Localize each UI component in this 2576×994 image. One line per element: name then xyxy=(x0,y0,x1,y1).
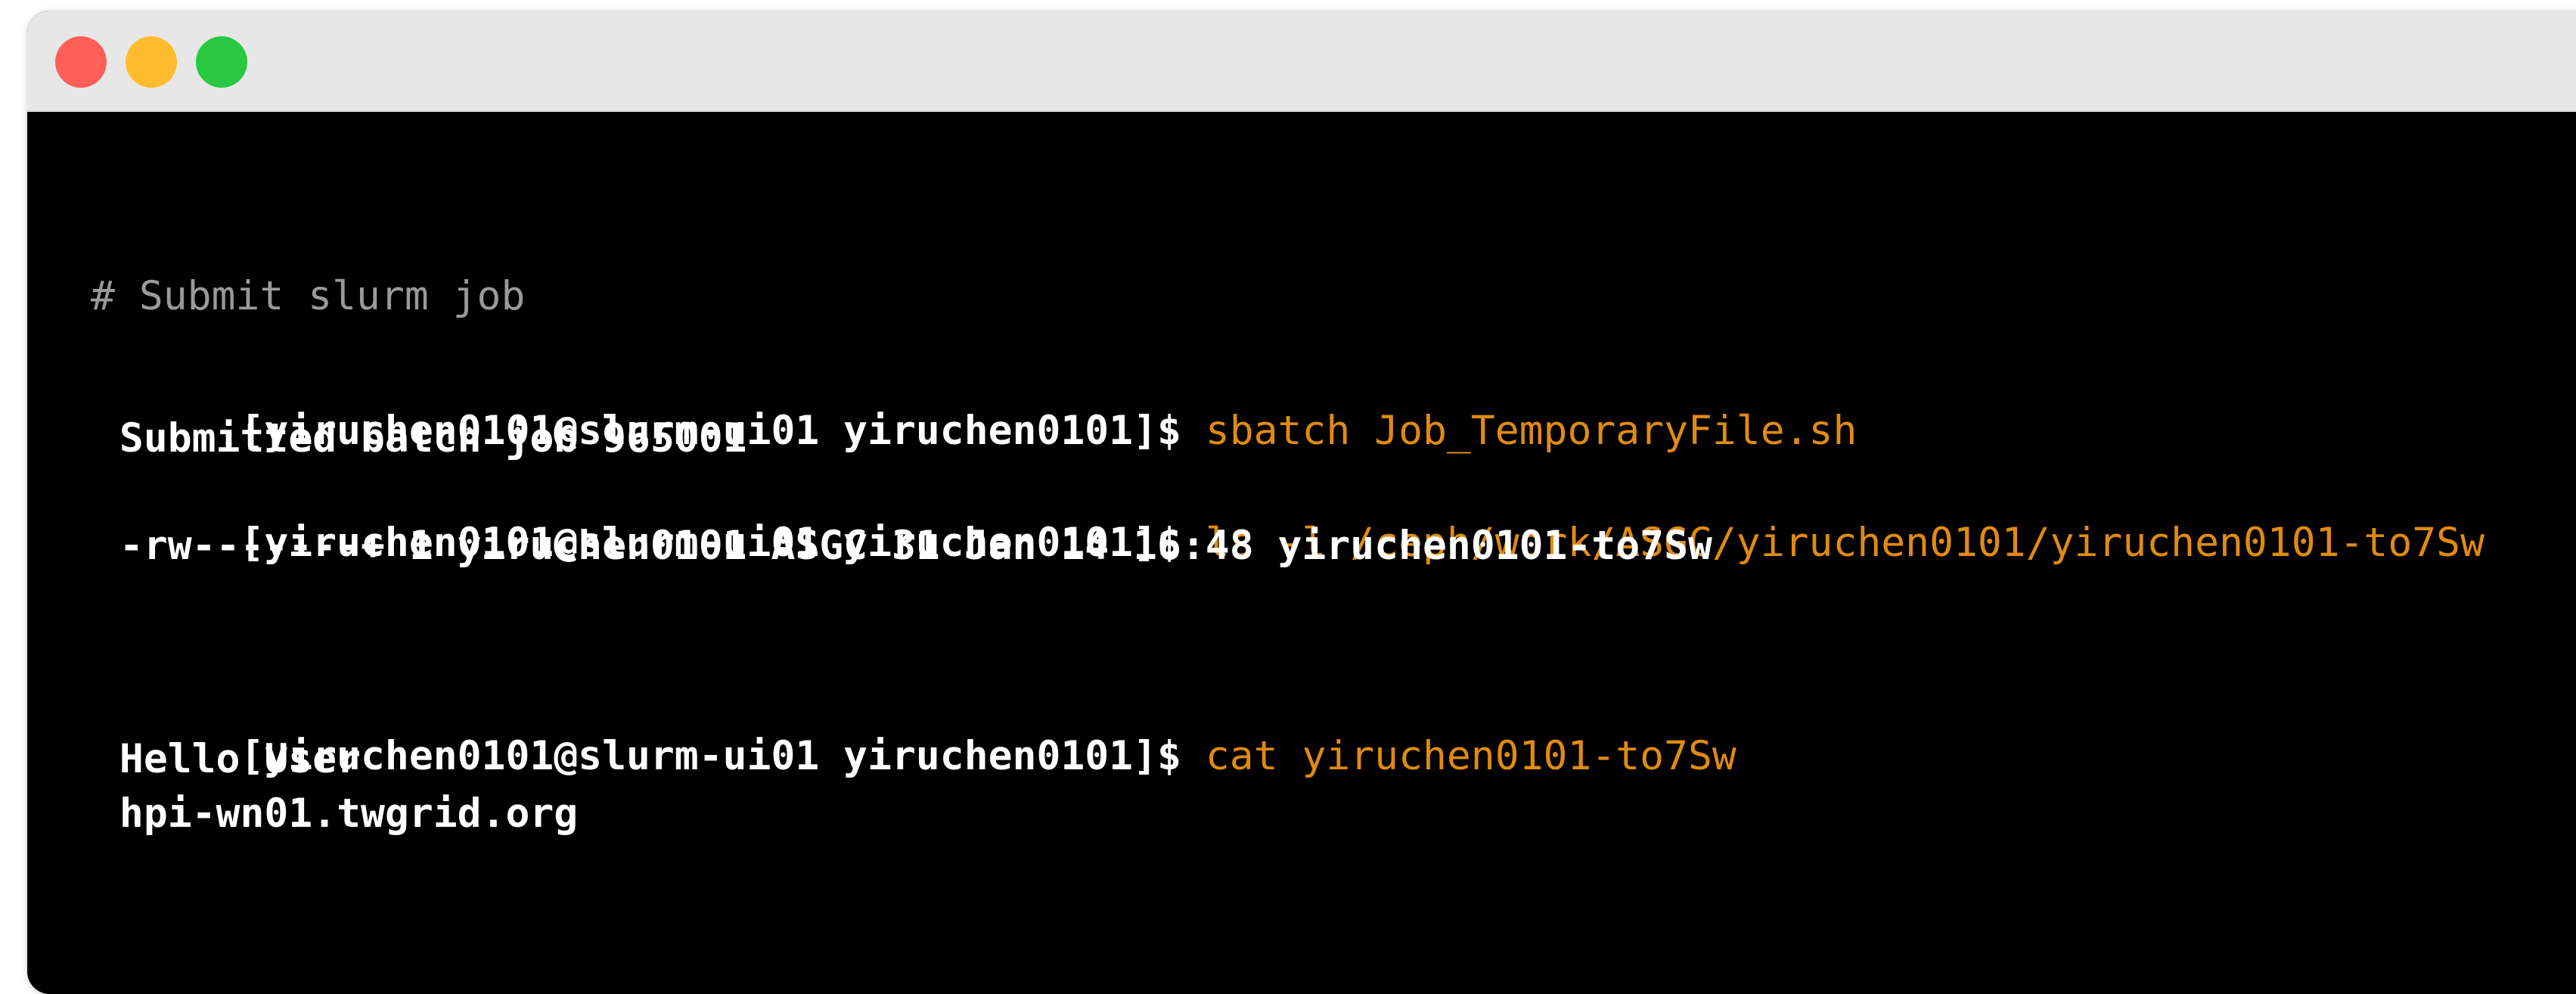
close-button[interactable] xyxy=(55,36,107,88)
output-line: Hello User xyxy=(95,736,361,782)
command-text: cat yiruchen0101-to7Sw xyxy=(1205,733,1736,779)
shell-prompt: [yiruchen0101@slurm-ui01 yiruchen0101]$ xyxy=(240,733,1206,779)
comment-line: # Submit slurm job xyxy=(91,273,526,319)
minimize-button[interactable] xyxy=(126,36,177,88)
zoom-button[interactable] xyxy=(196,36,247,88)
command-text: sbatch Job_TemporaryFile.sh xyxy=(1205,408,1858,454)
terminal-window: # Submit slurm job [yiruchen0101@slurm-u… xyxy=(27,11,2576,994)
output-line: -rw-------+ 1 yiruchen0101 ASGC 31 Jan 1… xyxy=(95,523,1712,569)
output-line: hpi-wn01.twgrid.org xyxy=(95,791,579,837)
output-line: Submitted batch job 965001 xyxy=(95,415,747,461)
title-bar xyxy=(27,11,2576,112)
terminal-output[interactable]: # Submit slurm job [yiruchen0101@slurm-u… xyxy=(27,112,2576,994)
